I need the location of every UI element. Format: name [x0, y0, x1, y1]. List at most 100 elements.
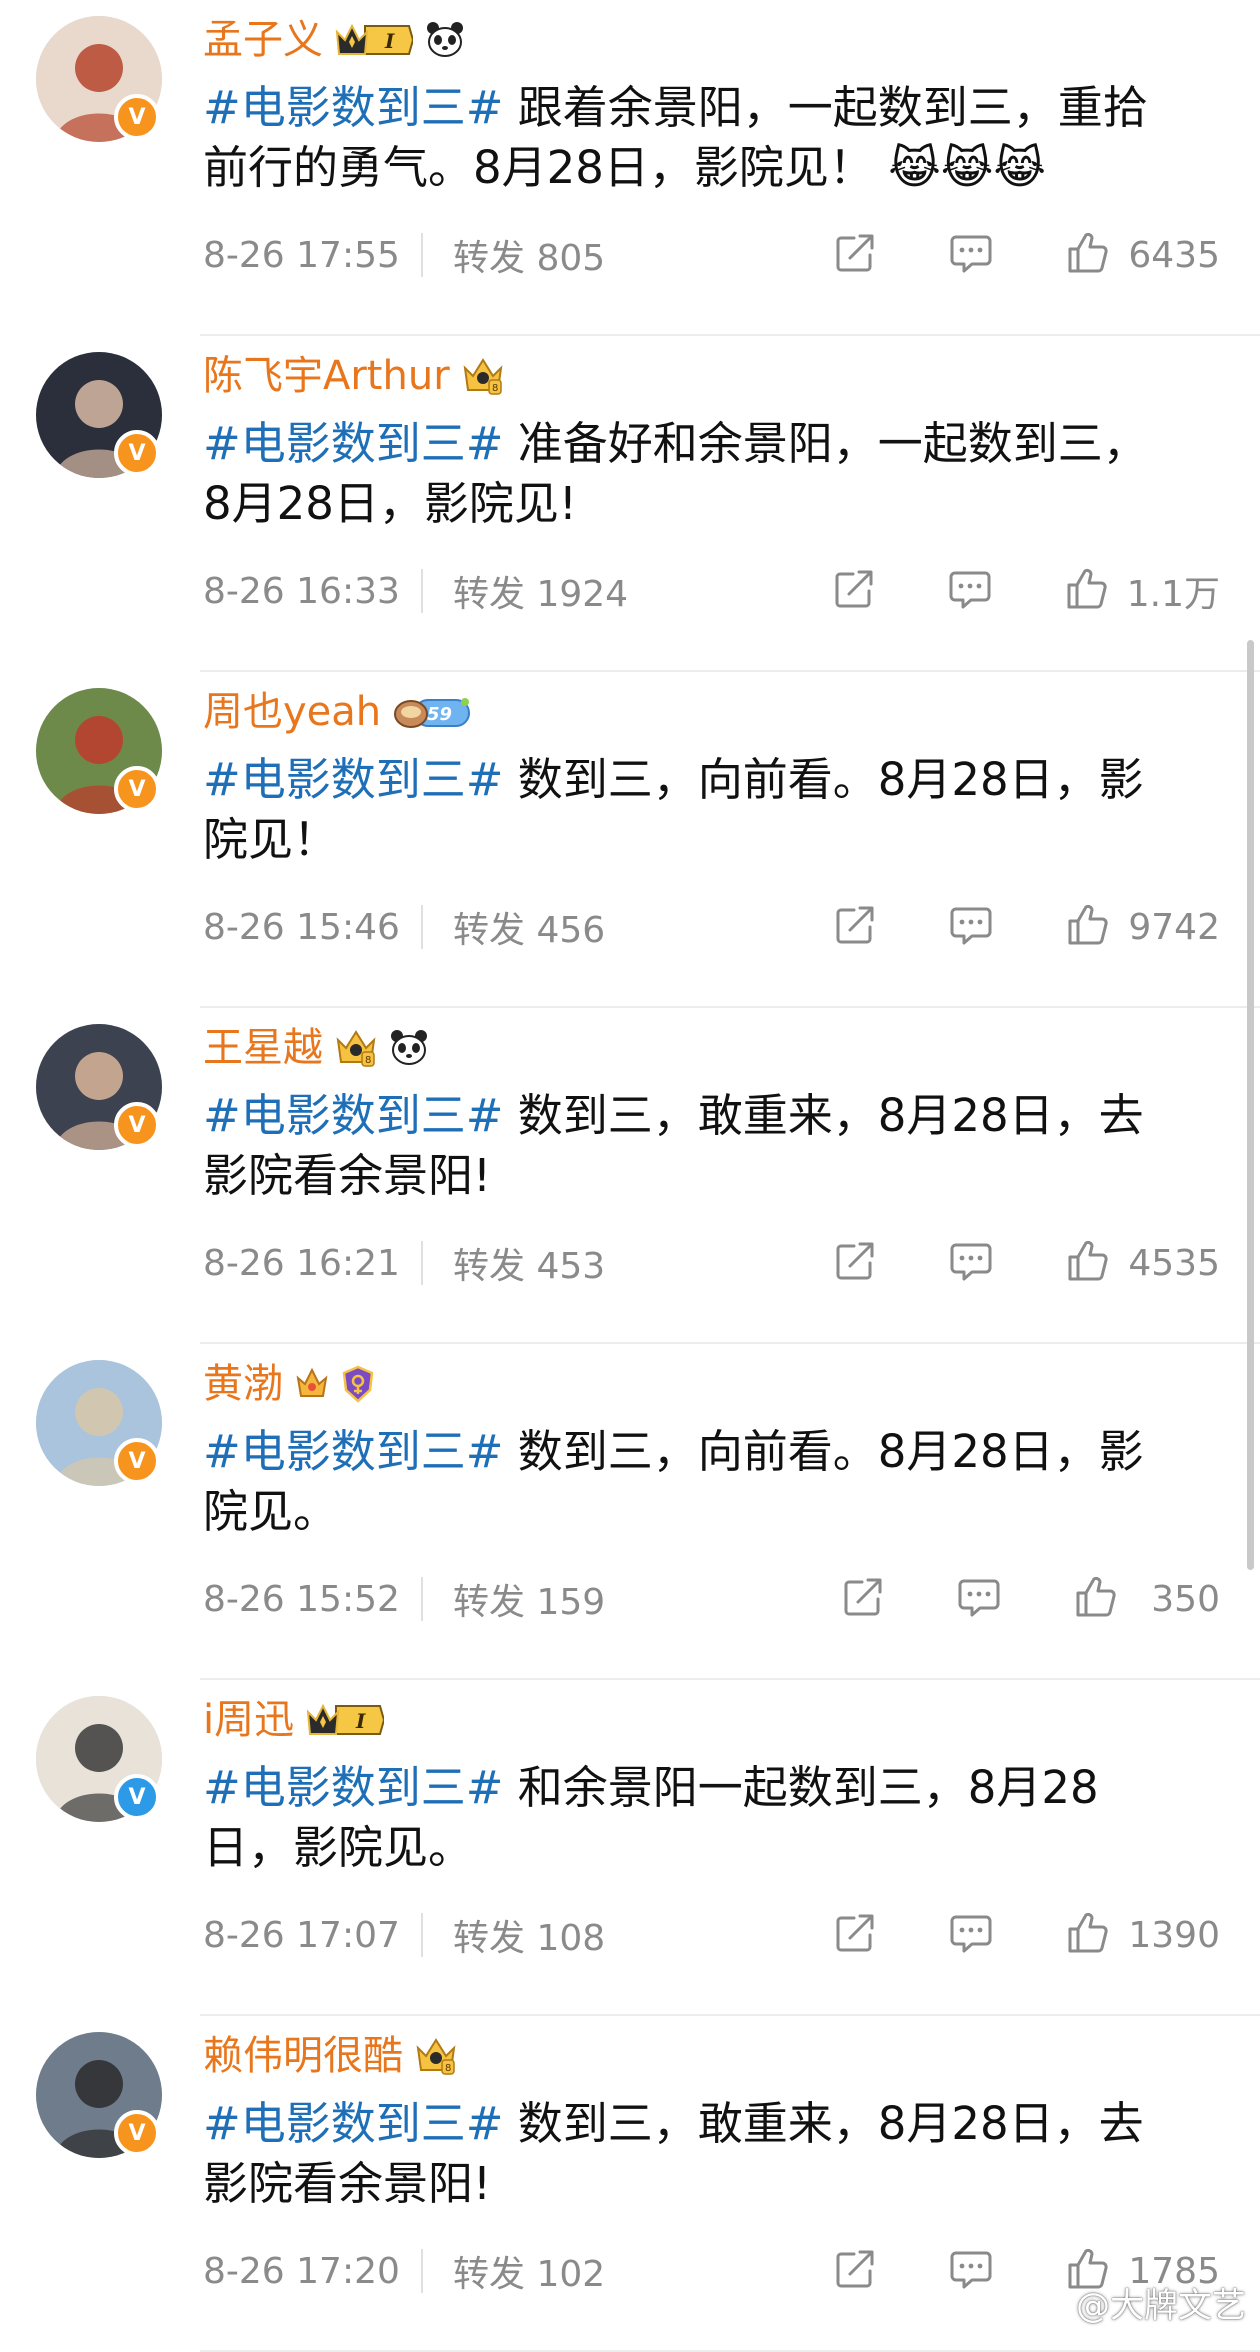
hashtag-link[interactable]: #电影数到三#	[203, 2097, 503, 2150]
comment-icon[interactable]	[948, 2246, 994, 2296]
name-row: i周迅 I	[203, 1690, 385, 1750]
crown-small-badge[interactable]	[295, 1364, 329, 1404]
post-text: #电影数到三# 跟着余景阳，一起数到三，重拾前行的勇气。8月28日，影院见！ 😹…	[203, 78, 1213, 198]
repost-count[interactable]: 转发 108	[453, 1909, 605, 1961]
repost-count[interactable]: 转发 456	[453, 901, 605, 953]
like-icon[interactable]	[1072, 1574, 1118, 1624]
like-icon[interactable]	[1063, 566, 1109, 616]
hashtag-link[interactable]: #电影数到三#	[203, 1425, 503, 1478]
shield-badge[interactable]	[341, 1364, 375, 1404]
verified-badge-icon: V	[114, 1774, 160, 1820]
meta-row: 8-26 16:33 转发 1924 1.1万	[203, 556, 1220, 626]
divider	[421, 905, 423, 949]
weibo-post[interactable]: V 黄渤 #电影数到三# 数到三，向前看。8月28日，影院见。 8-26 15:52 转…	[0, 1344, 1260, 1680]
verified-badge-icon: V	[114, 430, 160, 476]
post-text-line2: 前行的勇气。8月28日，影院见！	[203, 141, 874, 194]
verified-badge-icon: V	[114, 2110, 160, 2156]
repost-count[interactable]: 转发 159	[453, 1573, 605, 1625]
svg-text:8: 8	[365, 1055, 371, 1066]
laughing-emoji-icon: 😹😹😹	[888, 141, 1046, 194]
share-icon[interactable]	[832, 1910, 878, 1960]
comment-icon[interactable]	[948, 902, 994, 952]
user-name[interactable]: 孟子义	[203, 10, 323, 70]
crown-gold-badge[interactable]: 8	[462, 356, 504, 396]
crown-level-1-badge[interactable]: I	[306, 1700, 385, 1740]
weibo-post[interactable]: V 周也yeah 59 #电影数到三# 数到三，向前看。8月28日，影 院见！ 8-26 …	[0, 672, 1260, 1008]
meta-row: 8-26 17:55 转发 805 6435	[203, 220, 1220, 290]
post-text-line2: 院见！	[203, 813, 339, 866]
like-icon[interactable]	[1064, 902, 1110, 952]
scrollbar[interactable]	[1247, 640, 1254, 1570]
user-name[interactable]: 赖伟明很酷	[203, 2026, 403, 2086]
level-59-badge[interactable]: 59	[393, 692, 473, 732]
name-row: 王星越 8	[203, 1018, 429, 1078]
share-icon[interactable]	[832, 902, 878, 952]
share-icon[interactable]	[831, 566, 877, 616]
comment-icon[interactable]	[948, 1238, 994, 1288]
post-text-line1: 跟着余景阳，一起数到三，重拾	[503, 81, 1148, 134]
user-name[interactable]: 王星越	[203, 1018, 323, 1078]
meta-row: 8-26 17:07 转发 108 1390	[203, 1900, 1220, 1970]
share-icon[interactable]	[832, 2246, 878, 2296]
comment-icon[interactable]	[948, 230, 994, 280]
like-icon[interactable]	[1064, 1910, 1110, 1960]
weibo-post[interactable]: V 王星越 8 #电影数到三# 数到三，敢重来，8月28日，去 影院看余景阳! 8-26 …	[0, 1008, 1260, 1344]
post-text-line1: 数到三，敢重来，8月28日，去	[503, 2097, 1144, 2150]
crown-gold-badge[interactable]: 8	[415, 2036, 457, 2076]
crown-level-1-badge[interactable]: I	[335, 20, 413, 60]
divider	[421, 569, 423, 613]
share-icon[interactable]	[832, 230, 878, 280]
meta-row: 8-26 15:52 转发 159 350	[203, 1564, 1220, 1634]
hashtag-link[interactable]: #电影数到三#	[203, 1761, 503, 1814]
hashtag-link[interactable]: #电影数到三#	[203, 1089, 503, 1142]
panda-icon[interactable]	[389, 1028, 429, 1068]
post-text-line1: 数到三，向前看。8月28日，影	[503, 1425, 1144, 1478]
post-text: #电影数到三# 准备好和余景阳，一起数到三， 8月28日，影院见!	[203, 414, 1213, 534]
weibo-post[interactable]: Vi周迅 I #电影数到三# 和余景阳一起数到三，8月28 日，影院见。 8-26 17…	[0, 1680, 1260, 2016]
user-name[interactable]: 周也yeah	[203, 682, 381, 742]
comment-icon[interactable]	[948, 1910, 994, 1960]
post-text-line2: 院见。	[203, 1485, 339, 1538]
hashtag-link[interactable]: #电影数到三#	[203, 81, 503, 134]
post-text-line2: 影院看余景阳!	[203, 1149, 492, 1202]
action-bar: 9742	[832, 902, 1220, 952]
post-text: #电影数到三# 数到三，向前看。8月28日，影 院见！	[203, 750, 1213, 870]
divider	[421, 1913, 423, 1957]
action-bar: 1.1万	[831, 565, 1220, 617]
post-time: 8-26 17:20	[203, 2250, 400, 2292]
comment-icon[interactable]	[956, 1574, 1002, 1624]
name-row: 赖伟明很酷 8	[203, 2026, 457, 2086]
verified-badge-icon: V	[114, 1438, 160, 1484]
like-count: 1390	[1128, 1914, 1220, 1956]
svg-text:I: I	[355, 1709, 366, 1733]
post-text-line2: 8月28日，影院见!	[203, 477, 577, 530]
post-text: #电影数到三# 数到三，向前看。8月28日，影院见。	[203, 1422, 1213, 1542]
share-icon[interactable]	[840, 1574, 886, 1624]
verified-badge-icon: V	[114, 1102, 160, 1148]
repost-count[interactable]: 转发 102	[453, 2245, 605, 2297]
repost-count[interactable]: 转发 805	[453, 229, 605, 281]
comment-icon[interactable]	[947, 566, 993, 616]
user-name[interactable]: i周迅	[203, 1690, 294, 1750]
share-icon[interactable]	[832, 1238, 878, 1288]
weibo-post[interactable]: V 陈飞宇Arthur 8 #电影数到三# 准备好和余景阳，一起数到三， 8月28日，影…	[0, 336, 1260, 672]
post-text-line1: 准备好和余景阳，一起数到三，	[503, 417, 1148, 470]
user-name[interactable]: 黄渤	[203, 1354, 283, 1414]
hashtag-link[interactable]: #电影数到三#	[203, 753, 503, 806]
action-bar: 1390	[832, 1910, 1220, 1960]
like-icon[interactable]	[1064, 1238, 1110, 1288]
crown-gold-badge[interactable]: 8	[335, 1028, 377, 1068]
watermark: @大牌文艺	[1038, 2278, 1246, 2327]
weibo-post[interactable]: V 孟子义 I #电影数到三# 跟着余景阳，一起数到三，重拾前行的勇气。8月28日，影…	[0, 0, 1260, 336]
like-icon[interactable]	[1064, 230, 1110, 280]
panda-icon[interactable]	[425, 20, 465, 60]
name-row: 黄渤	[203, 1354, 375, 1414]
divider	[421, 1577, 423, 1621]
user-name[interactable]: 陈飞宇Arthur	[203, 346, 450, 406]
verified-badge-icon: V	[114, 94, 160, 140]
post-text: #电影数到三# 数到三，敢重来，8月28日，去 影院看余景阳!	[203, 2094, 1213, 2214]
repost-count[interactable]: 转发 1924	[453, 565, 628, 617]
repost-count[interactable]: 转发 453	[453, 1237, 605, 1289]
weibo-logo-icon	[1038, 2283, 1072, 2323]
hashtag-link[interactable]: #电影数到三#	[203, 417, 503, 470]
